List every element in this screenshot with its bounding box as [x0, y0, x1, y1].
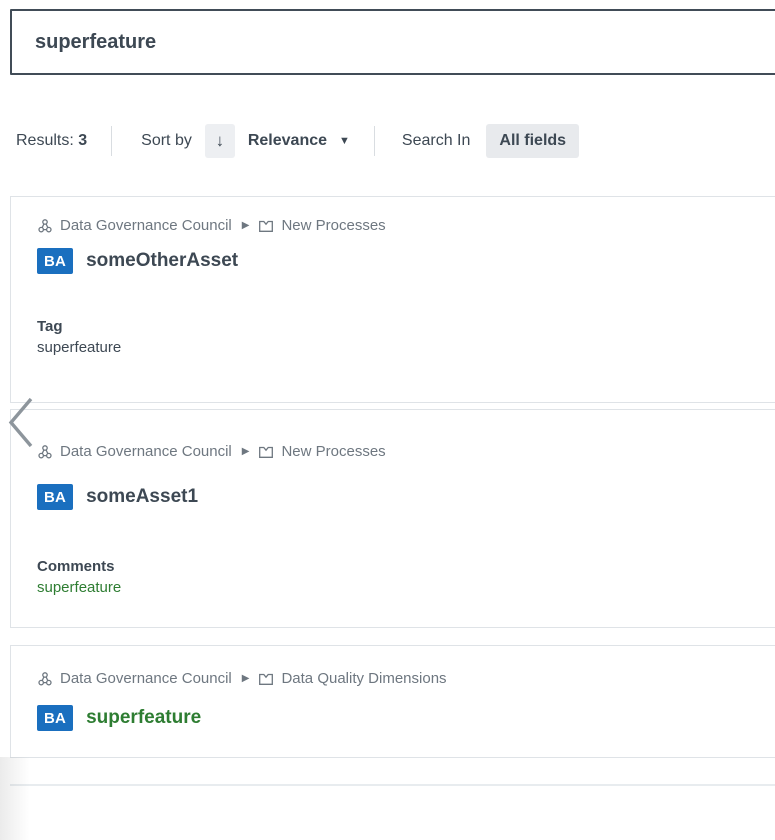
breadcrumb: Data Governance Council ▶ Data Quality D… [37, 670, 775, 687]
breadcrumb-community[interactable]: Data Governance Council [60, 217, 232, 234]
toolbar-divider [374, 126, 375, 156]
results-count: 3 [78, 132, 87, 149]
sort-descending-icon: ↓ [216, 131, 225, 151]
asset-name-link[interactable]: someOtherAsset [86, 250, 238, 272]
next-result-top-edge [10, 784, 775, 786]
collapse-panel-chevron-left-icon[interactable] [6, 396, 36, 449]
result-card[interactable]: Data Governance Council ▶ New Processes … [10, 196, 775, 403]
asset-name-row: BA superfeature [37, 705, 775, 731]
community-icon [37, 671, 53, 687]
toolbar-divider [111, 126, 112, 156]
asset-name-row: BA someAsset1 [37, 484, 775, 510]
search-results-panel: Results: 3 Sort by ↓ Relevance ▼ Search … [0, 0, 775, 840]
results-toolbar: Results: 3 Sort by ↓ Relevance ▼ Search … [16, 121, 579, 161]
sort-direction-button[interactable]: ↓ [205, 124, 235, 158]
sort-field-dropdown[interactable]: Relevance ▼ [248, 132, 350, 150]
community-icon [37, 444, 53, 460]
matched-attribute: Tag superfeature [37, 318, 775, 356]
attribute-label: Tag [37, 318, 775, 335]
search-input[interactable] [10, 9, 775, 75]
result-card[interactable]: Data Governance Council ▶ New Processes … [10, 409, 775, 628]
breadcrumb: Data Governance Council ▶ New Processes [37, 217, 775, 234]
attribute-value: superfeature [37, 339, 775, 356]
asset-type-badge: BA [37, 248, 73, 274]
attribute-value: superfeature [37, 579, 775, 596]
asset-name-row: BA someOtherAsset [37, 248, 775, 274]
breadcrumb-community[interactable]: Data Governance Council [60, 670, 232, 687]
community-icon [37, 218, 53, 234]
breadcrumb-community[interactable]: Data Governance Council [60, 443, 232, 460]
sort-field-value: Relevance [248, 132, 327, 150]
matched-attribute: Comments superfeature [37, 558, 775, 596]
search-in-label: Search In [402, 132, 470, 150]
breadcrumb-separator-icon: ▶ [242, 446, 250, 457]
result-card[interactable]: Data Governance Council ▶ Data Quality D… [10, 645, 775, 758]
chevron-down-icon: ▼ [339, 135, 350, 147]
asset-type-badge: BA [37, 484, 73, 510]
asset-type-badge: BA [37, 705, 73, 731]
breadcrumb-domain[interactable]: Data Quality Dimensions [281, 670, 446, 687]
breadcrumb: Data Governance Council ▶ New Processes [37, 443, 775, 460]
asset-name-link[interactable]: superfeature [86, 707, 201, 729]
breadcrumb-separator-icon: ▶ [242, 220, 250, 231]
attribute-label: Comments [37, 558, 775, 575]
search-in-fields-button[interactable]: All fields [486, 124, 579, 158]
panel-left-shadow [0, 757, 30, 840]
domain-icon [258, 218, 274, 234]
sort-by-label: Sort by [141, 132, 192, 150]
domain-icon [258, 671, 274, 687]
breadcrumb-domain[interactable]: New Processes [281, 443, 385, 460]
domain-icon [258, 444, 274, 460]
breadcrumb-separator-icon: ▶ [242, 673, 250, 684]
breadcrumb-domain[interactable]: New Processes [281, 217, 385, 234]
search-in-value: All fields [499, 132, 566, 150]
asset-name-link[interactable]: someAsset1 [86, 486, 198, 508]
results-count-label: Results: 3 [16, 132, 87, 150]
